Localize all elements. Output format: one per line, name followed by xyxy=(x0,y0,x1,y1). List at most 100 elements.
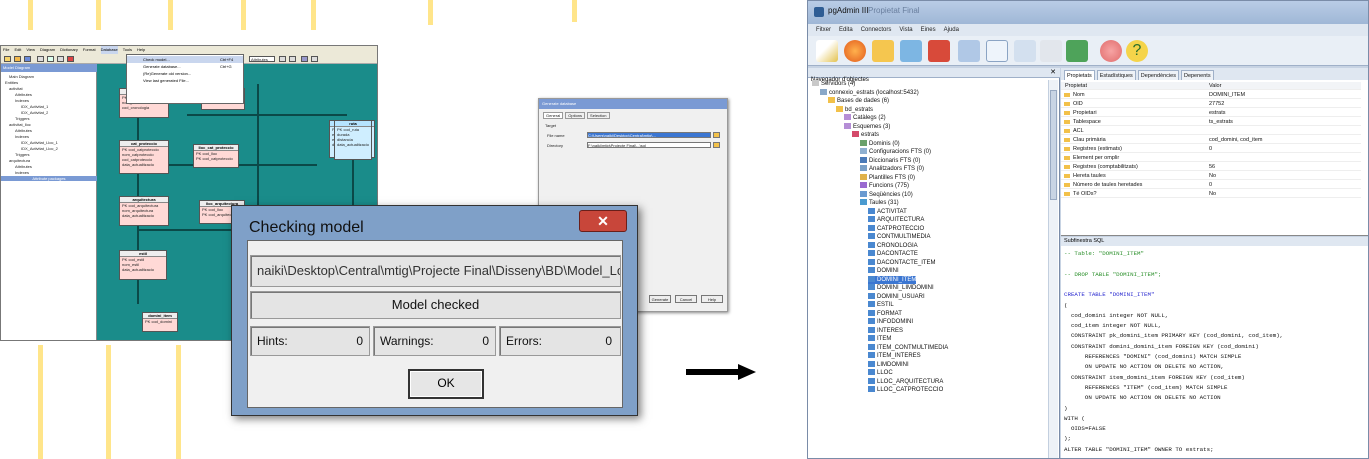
menu-fitxer[interactable]: Fitxer xyxy=(816,24,831,36)
open-icon[interactable] xyxy=(14,56,21,62)
property-row[interactable]: Element per omplir xyxy=(1061,154,1361,162)
tree-item[interactable]: Attributes xyxy=(15,92,32,97)
tree-node[interactable]: LLOC_ARQUITECTURA xyxy=(868,377,943,386)
property-row[interactable]: Propietari estrats xyxy=(1061,109,1361,117)
property-row[interactable]: Número de taules heretades 0 xyxy=(1061,181,1361,189)
property-row[interactable]: Nom DOMINI_ITEM xyxy=(1061,91,1361,99)
tree-node[interactable]: ARQUITECTURA xyxy=(868,216,924,224)
tree-node[interactable]: Plantilles FTS (0) xyxy=(860,173,915,182)
plugins-icon[interactable] xyxy=(1066,40,1088,62)
tree-item[interactable]: IDX_Activitat_Lloc_1 xyxy=(21,140,58,145)
refresh-icon[interactable] xyxy=(844,40,866,62)
tree-node[interactable]: Esquemes (3) xyxy=(844,122,890,131)
cut-icon[interactable] xyxy=(47,56,54,62)
property-row[interactable]: Registres (estimats) 0 xyxy=(1061,145,1361,153)
tree-node[interactable]: CRONOLOGIA xyxy=(868,241,918,250)
menu-view[interactable]: View xyxy=(26,46,35,54)
tree-node[interactable]: ITEM_INTERES xyxy=(868,352,921,360)
filter-icon[interactable] xyxy=(1014,40,1036,62)
tree-node[interactable]: Analitzadors FTS (0) xyxy=(860,165,924,173)
dir-input[interactable]: F:\naiki\mtig\Projecte Final\...\sql xyxy=(587,142,711,148)
folder-icon[interactable] xyxy=(713,142,720,148)
tree-node[interactable]: ESTIL xyxy=(868,301,894,309)
menu-format[interactable]: Format xyxy=(83,46,96,54)
delete-icon[interactable] xyxy=(67,56,74,62)
property-row[interactable]: Clau primària cod_domini, cod_item xyxy=(1061,136,1361,144)
menu-help[interactable]: Help xyxy=(137,46,145,54)
menu-item-regenerate[interactable]: (Re)Generate old version... xyxy=(127,70,243,77)
tab-general[interactable]: General xyxy=(543,112,564,119)
ok-button[interactable]: OK xyxy=(408,369,484,399)
close-icon[interactable]: ✕ xyxy=(579,210,627,232)
tree-item[interactable]: IDX_Activitat_1 xyxy=(21,104,48,109)
tree-node[interactable]: connexio_estrats (localhost:5432) xyxy=(820,88,919,97)
tree-node[interactable]: DOMINI_USUARI xyxy=(868,292,925,301)
tab-propietats[interactable]: Propietats xyxy=(1064,70,1095,80)
menu-item-view-last[interactable]: View last generated File... xyxy=(127,77,243,84)
tab-options[interactable]: Options xyxy=(565,112,586,119)
tree-node[interactable]: INTERES xyxy=(868,326,903,335)
sql-icon[interactable] xyxy=(958,40,980,62)
tree-node[interactable]: estrats xyxy=(852,131,879,139)
tree-item[interactable]: arquitectura xyxy=(9,158,30,163)
view-data-icon[interactable] xyxy=(986,40,1008,62)
property-row[interactable]: Tablespace ts_estrats xyxy=(1061,118,1361,126)
tree-item[interactable]: activitat_lloc xyxy=(9,122,31,127)
tree-node[interactable]: Dominis (0) xyxy=(860,139,900,148)
folder-icon[interactable] xyxy=(713,132,720,138)
menu-vista[interactable]: Vista xyxy=(899,24,912,36)
file-input[interactable]: C:\Users\naiki\Desktop\Central\mtig\... xyxy=(587,132,711,138)
menu-edit[interactable]: Edit xyxy=(14,46,21,54)
tree-item[interactable]: Entities xyxy=(5,80,18,85)
tree-node[interactable]: Funcions (775) xyxy=(860,182,909,190)
tree-node[interactable]: DACONTACTE_ITEM xyxy=(868,258,936,267)
entity-domini-item[interactable]: domini_item PK cod_domini xyxy=(142,312,178,332)
tree-node[interactable]: CONTMULTIMEDIA xyxy=(868,233,931,241)
tree-node[interactable]: Servidors (4) xyxy=(812,80,855,88)
tree-item[interactable]: Indexes xyxy=(15,134,29,139)
tree-item[interactable]: Indexes xyxy=(15,170,29,175)
tree-node[interactable]: ITEM xyxy=(868,335,891,343)
menu-eines[interactable]: Eines xyxy=(921,24,936,36)
tree-node[interactable]: ITEM_CONTMULTIMEDIA xyxy=(868,343,948,352)
tree-node[interactable]: CATPROTECCIO xyxy=(868,224,924,233)
tree-item[interactable]: IDX_Activitat_2 xyxy=(21,110,48,115)
property-row[interactable]: Té OIDs? No xyxy=(1061,190,1361,198)
menu-item-generate-db[interactable]: Generate database... Ctrl+G xyxy=(127,63,243,70)
help-icon[interactable]: ? xyxy=(1126,40,1148,62)
save-icon[interactable] xyxy=(24,56,31,62)
entity-lloc-cat-proteccio[interactable]: lloc_cat_proteccio PK cod_lloc PK cod_ca… xyxy=(193,144,239,168)
property-row[interactable]: Registres (comptabilitzats) 56 xyxy=(1061,163,1361,171)
tree-item[interactable]: IDX_Activitat_Lloc_2 xyxy=(21,146,58,151)
scrollbar-thumb[interactable] xyxy=(1050,90,1057,200)
entity-ruta[interactable]: ruta PK cod_ruta durada distancia data_a… xyxy=(334,120,372,160)
menu-connectors[interactable]: Connectors xyxy=(861,24,892,36)
tree-item[interactable]: Indexes xyxy=(15,98,29,103)
entity-cat-proteccio[interactable]: cat_proteccio PK cod_catproteccio nom_ca… xyxy=(119,140,169,174)
tree-node[interactable]: Diccionaris FTS (0) xyxy=(860,156,920,165)
tab-selection[interactable]: Selection xyxy=(587,112,610,119)
tool-icon[interactable] xyxy=(311,56,318,62)
help-button[interactable]: Help xyxy=(701,295,723,303)
tree-item[interactable]: Triggers xyxy=(15,116,30,121)
menu-database[interactable]: Database xyxy=(100,46,118,54)
tool-icon[interactable] xyxy=(279,56,286,62)
tree-item[interactable]: Attributes xyxy=(15,128,32,133)
new-icon[interactable] xyxy=(4,56,11,62)
tree-item[interactable]: Triggers xyxy=(15,152,30,157)
copy-icon[interactable] xyxy=(57,56,64,62)
menu-edita[interactable]: Edita xyxy=(839,24,853,36)
menu-file[interactable]: File xyxy=(3,46,9,54)
generate-button[interactable]: Generate xyxy=(649,295,671,303)
property-row[interactable]: ACL xyxy=(1061,127,1361,135)
tree-node[interactable]: LLOC xyxy=(868,369,893,377)
tree-node[interactable]: Catàlegs (2) xyxy=(844,114,886,122)
close-icon[interactable]: ✕ xyxy=(1047,68,1056,78)
tree-item[interactable]: activitat xyxy=(9,86,23,91)
menu-dictionary[interactable]: Dictionary xyxy=(60,46,78,54)
tree-node[interactable]: DOMINI xyxy=(868,267,899,275)
hint-icon[interactable] xyxy=(1100,40,1122,62)
attribute-combo[interactable]: Attributes xyxy=(249,56,275,62)
entity-estil[interactable]: estil PK cod_estil nom_estil data_actual… xyxy=(119,250,167,280)
tree-node[interactable]: LLOC_CATPROTECCIO xyxy=(868,386,943,394)
